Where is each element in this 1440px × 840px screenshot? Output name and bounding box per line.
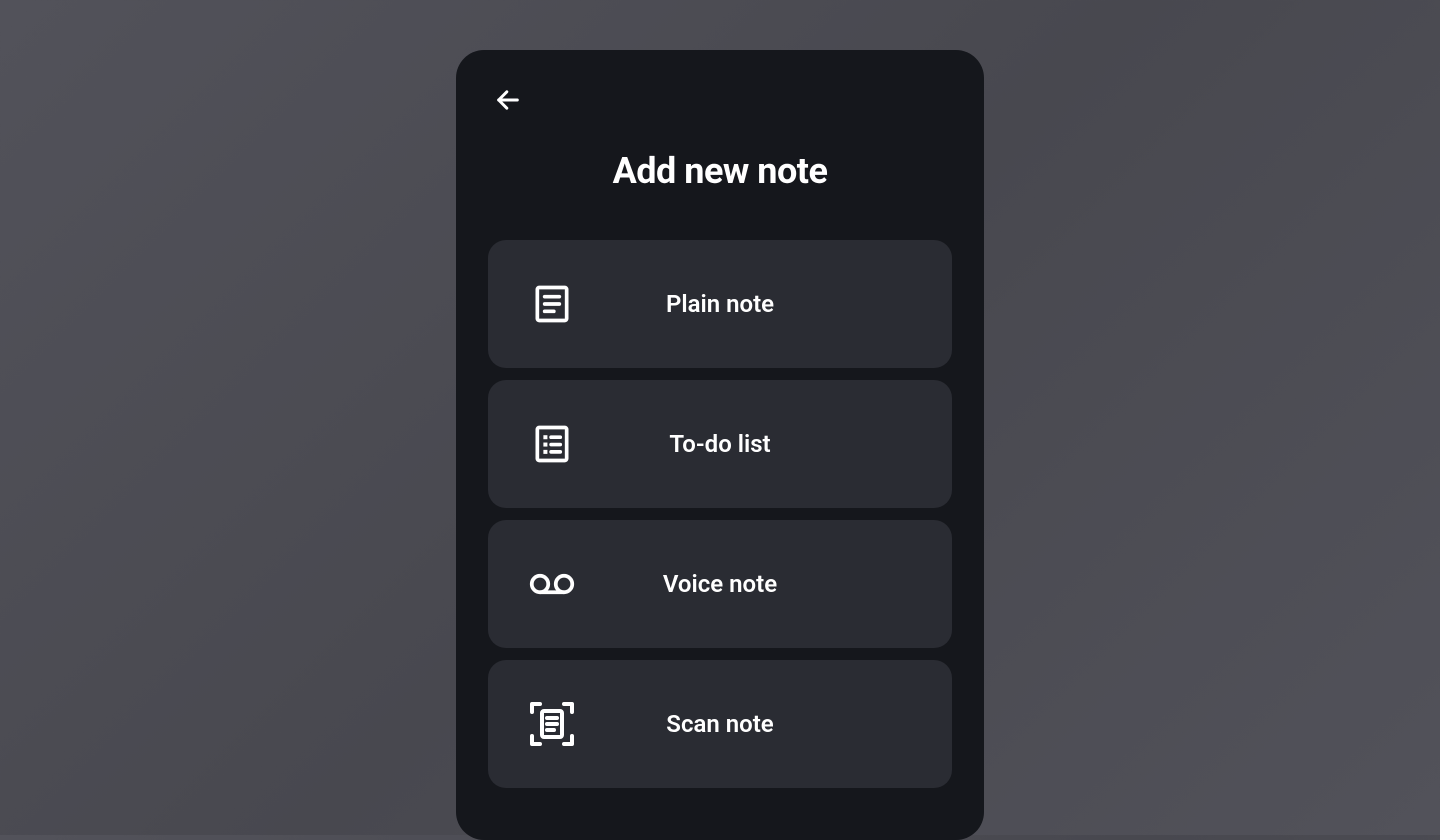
page-title: Add new note — [488, 150, 952, 192]
option-todo-list[interactable]: To-do list — [488, 380, 952, 508]
document-icon — [528, 280, 576, 328]
option-scan-note[interactable]: Scan note — [488, 660, 952, 788]
back-button[interactable] — [488, 82, 528, 122]
scan-icon — [528, 700, 576, 748]
option-voice-note[interactable]: Voice note — [488, 520, 952, 648]
option-label: Voice note — [663, 570, 777, 598]
option-label: To-do list — [669, 430, 770, 458]
options-list: Plain note To-do list — [488, 240, 952, 788]
add-note-card: Add new note Plain note — [456, 50, 984, 840]
option-label: Plain note — [666, 290, 774, 318]
option-label: Scan note — [666, 710, 773, 738]
option-plain-note[interactable]: Plain note — [488, 240, 952, 368]
voicemail-icon — [528, 560, 576, 608]
list-icon — [528, 420, 576, 468]
arrow-left-icon — [494, 86, 522, 118]
